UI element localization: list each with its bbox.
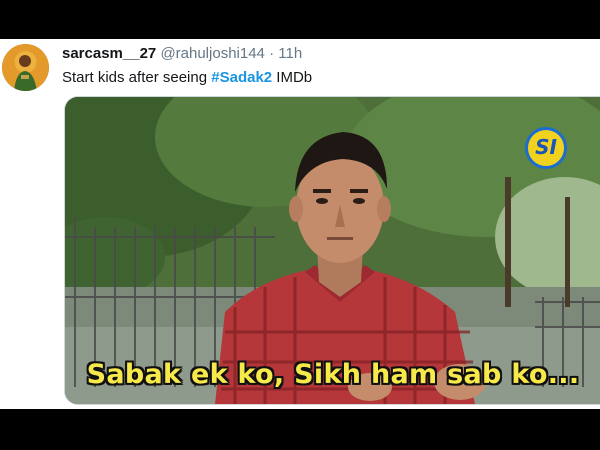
tweet-text: Start kids after seeing #Sadak2 IMDb — [62, 68, 312, 88]
display-name[interactable]: sarcasm__27 — [62, 45, 156, 62]
tweet-header: sarcasm__27 @rahuljoshi144 · 11h — [62, 45, 302, 63]
meme-caption: Sabak ek ko, Sikh ham sab ko... — [86, 359, 580, 390]
hashtag-link[interactable]: #Sadak2 — [211, 69, 272, 86]
tweet-timestamp[interactable]: 11h — [278, 45, 302, 62]
tweet-card[interactable]: sarcasm__27 @rahuljoshi144 · 11h Start k… — [0, 39, 600, 409]
tweet-media-image[interactable]: SI Sabak ek ko, Sikh ham sab ko... — [64, 96, 600, 405]
user-avatar[interactable] — [2, 44, 49, 91]
tweet-text-suffix: IMDb — [272, 69, 313, 86]
channel-logo-icon: SI — [525, 127, 567, 169]
user-avatar-icon — [2, 44, 49, 91]
user-handle[interactable]: @rahuljoshi144 — [160, 45, 264, 62]
screenshot-frame: sarcasm__27 @rahuljoshi144 · 11h Start k… — [0, 0, 600, 450]
separator-dot: · — [269, 45, 275, 62]
meme-image — [65, 97, 600, 404]
tweet-text-prefix: Start kids after seeing — [62, 69, 212, 86]
